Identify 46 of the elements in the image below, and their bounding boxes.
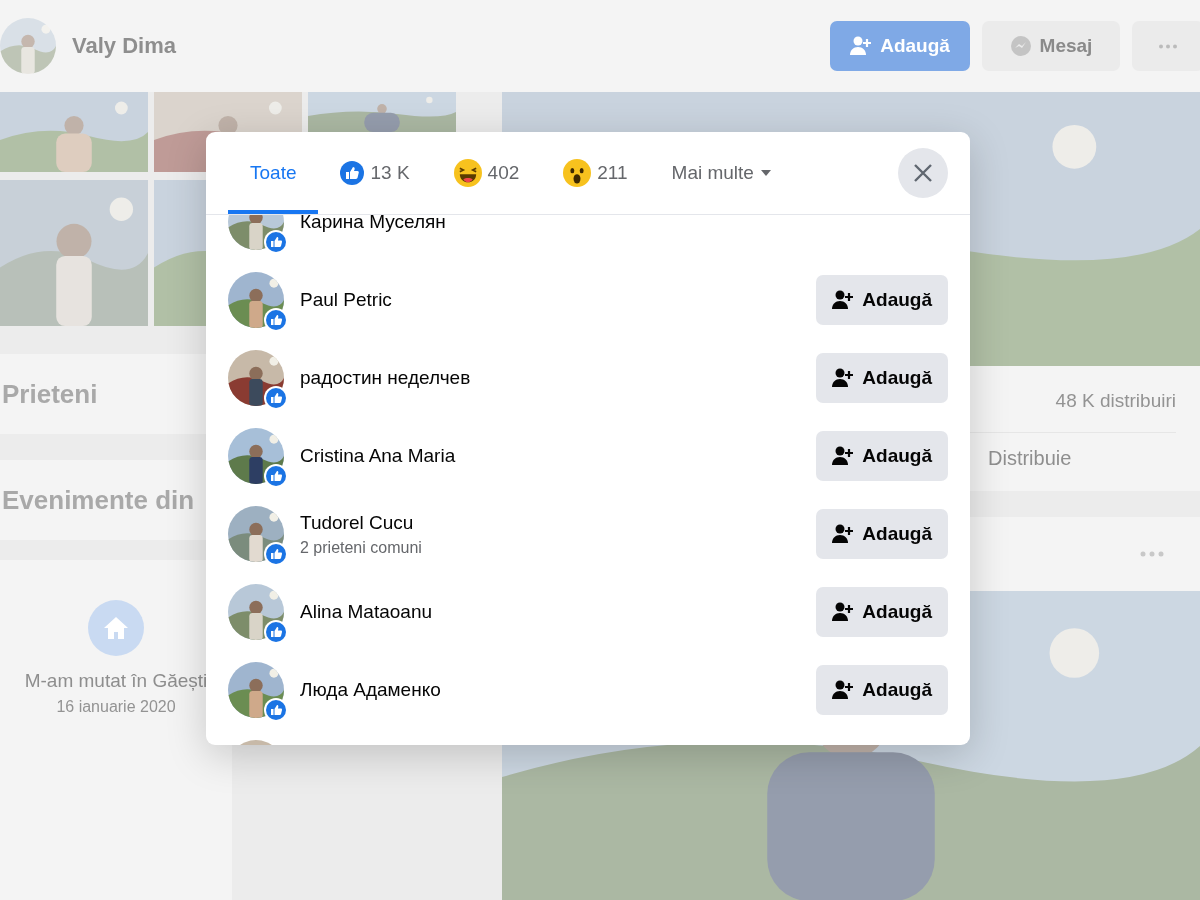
add-friend-button[interactable]: Adaugă — [816, 509, 948, 559]
person-name[interactable]: Карина Муселян — [300, 215, 948, 233]
more-icon — [1158, 43, 1178, 49]
like-badge-icon — [264, 386, 288, 410]
close-button[interactable] — [898, 148, 948, 198]
life-event-date: 16 ianuarie 2020 — [56, 698, 176, 716]
profile-name: Valy Dima — [72, 33, 177, 59]
reaction-tab[interactable]: Mai multe — [649, 132, 794, 214]
section-title: Prieteni — [2, 378, 98, 410]
like-badge-icon — [264, 620, 288, 644]
person-name[interactable]: Люда Адаменко — [300, 679, 801, 701]
add-friend-button[interactable]: Adaugă — [816, 353, 948, 403]
like-badge-icon — [264, 542, 288, 566]
add-friend-icon — [832, 290, 855, 310]
shares-count: 48 K distribuiri — [1055, 390, 1176, 412]
person-name[interactable]: радостин неделчев — [300, 367, 801, 389]
add-friend-button[interactable]: Adaugă — [816, 431, 948, 481]
life-event-title: M-am mutat în Găești — [24, 670, 208, 692]
person-name[interactable]: Paul Petric — [300, 289, 801, 311]
person-name[interactable]: Cristina Ana Maria — [300, 445, 801, 467]
add-friend-icon — [832, 602, 855, 622]
add-friend-icon — [850, 36, 873, 56]
surprised-face-icon — [563, 159, 592, 187]
close-icon — [913, 163, 933, 183]
thumbs-up-icon — [340, 161, 365, 185]
add-friend-button[interactable]: Adaugă — [816, 275, 948, 325]
mutual-friends: 2 prieteni comuni — [300, 538, 423, 557]
reaction-tab[interactable]: 211 — [541, 132, 650, 214]
like-badge-icon — [264, 698, 288, 722]
add-friend-icon — [832, 368, 855, 388]
add-friend-icon — [832, 446, 855, 466]
like-badge-icon — [264, 464, 288, 488]
reaction-tab[interactable]: 402 — [431, 132, 542, 214]
add-friend-button[interactable]: Adaugă — [816, 587, 948, 637]
more-icon — [1140, 551, 1164, 557]
caret-icon — [759, 169, 772, 177]
add-friend-button[interactable]: Adaugă — [816, 665, 948, 715]
home-icon — [88, 600, 144, 656]
person-name[interactable]: Alina Mataoanu — [300, 601, 801, 623]
person-name[interactable]: Tudorel Cucu — [300, 511, 801, 534]
reaction-tab[interactable]: 13 K — [318, 132, 432, 214]
add-friend-icon — [832, 680, 855, 700]
add-friend-icon — [832, 524, 855, 544]
messenger-icon — [1009, 35, 1032, 57]
section-title: Evenimente din — [2, 484, 195, 516]
laughing-face-icon — [453, 159, 482, 187]
